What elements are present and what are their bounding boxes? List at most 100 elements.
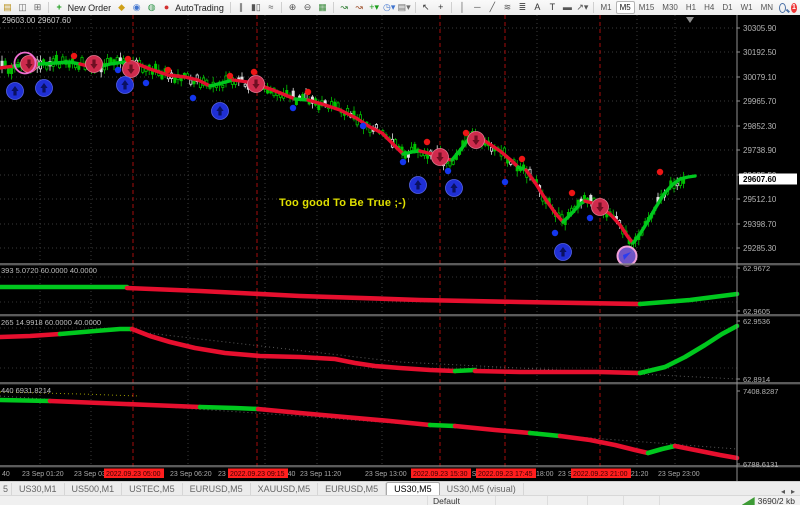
- buy-dot: [444, 167, 452, 175]
- connection-bars-icon: [741, 497, 755, 505]
- buy-dot: [501, 178, 509, 186]
- channel-icon[interactable]: ≋: [501, 1, 514, 14]
- sell-dot: [462, 129, 470, 137]
- data-window-icon[interactable]: ⊞: [31, 1, 44, 14]
- svg-text:40: 40: [2, 471, 10, 478]
- svg-text:23 Sep 23:00: 23 Sep 23:00: [658, 471, 700, 478]
- new-order-button[interactable]: New Order: [68, 3, 112, 13]
- hline-icon[interactable]: ─: [471, 1, 484, 14]
- timeframe-h4[interactable]: H4: [700, 1, 718, 14]
- template-dropdown[interactable]: ▤▾: [398, 1, 411, 14]
- buy-dot: [359, 122, 367, 130]
- buy-dot: [551, 229, 559, 237]
- sell-dot: [70, 52, 78, 60]
- svg-text:62.9536: 62.9536: [743, 317, 770, 326]
- indicator-a-icon[interactable]: ↝: [338, 1, 351, 14]
- chart-annotation: Too good To Be True ;-): [277, 197, 409, 209]
- timeframe-mn[interactable]: MN: [757, 1, 777, 14]
- notification-badge[interactable]: 1: [790, 2, 797, 13]
- new-chart-icon[interactable]: ▤: [1, 1, 14, 14]
- svg-text:29852.30: 29852.30: [743, 122, 777, 131]
- connection-status: 3690/2 kb: [737, 496, 800, 505]
- arrows-dropdown[interactable]: ↗▾: [576, 1, 589, 14]
- sell-dot: [304, 88, 312, 96]
- trendline-icon[interactable]: ╱: [486, 1, 499, 14]
- buy-dot: [189, 94, 197, 102]
- indicator-label: 393 5.0720 60.0000 40.0000: [1, 266, 97, 275]
- toolbar: ▤ ◫ ⊞ + New Order ◆ ◉ ◍ ● AutoTrading ∥ ▮▯ ≈ ⊕ ⊖ ▦ ↝ ↝ +▾ ◷…: [0, 0, 800, 16]
- candles-chart-icon[interactable]: ▮▯: [249, 1, 262, 14]
- cursor-icon[interactable]: ↖: [419, 1, 432, 14]
- toolbar-separator: [229, 2, 231, 13]
- profiles-icon[interactable]: ◫: [16, 1, 29, 14]
- toolbar-separator: [281, 2, 283, 13]
- timeframe-m15[interactable]: M15: [635, 1, 659, 14]
- new-order-icon[interactable]: +: [53, 1, 66, 14]
- bars-chart-icon[interactable]: ∥: [234, 1, 247, 14]
- text-icon[interactable]: A: [531, 1, 544, 14]
- chart-profile-icon[interactable]: ◉: [130, 1, 143, 14]
- toolbar-separator: [48, 2, 49, 13]
- zoom-in-icon[interactable]: ⊕: [286, 1, 299, 14]
- chart-window[interactable]: 29603.00 29607.60 Too good To Be True ;-…: [0, 15, 800, 481]
- svg-text:29607.60: 29607.60: [743, 175, 777, 184]
- autotrading-icon[interactable]: ●: [160, 1, 173, 14]
- timeframe-m1[interactable]: M1: [596, 1, 615, 14]
- svg-text:29398.70: 29398.70: [743, 220, 777, 229]
- globe-icon[interactable]: ◍: [145, 1, 158, 14]
- shapes-icon[interactable]: ▬: [561, 1, 574, 14]
- tile-windows-icon[interactable]: ▦: [316, 1, 329, 14]
- line-chart-icon[interactable]: ≈: [264, 1, 277, 14]
- status-cell-4: [624, 496, 660, 505]
- sell-dot: [518, 155, 526, 163]
- svg-text:29965.70: 29965.70: [743, 97, 777, 106]
- sell-dot: [568, 189, 576, 197]
- sell-dot: [423, 138, 431, 146]
- toolbar-separator: [451, 2, 452, 13]
- svg-text:23 Sep 01:20: 23 Sep 01:20: [22, 471, 64, 478]
- svg-text:2022.09.23 21:00: 2022.09.23 21:00: [573, 471, 628, 478]
- search-icon[interactable]: [779, 2, 786, 13]
- sell-dot: [656, 168, 664, 176]
- crosshair-icon[interactable]: +: [434, 1, 447, 14]
- autotrading-button[interactable]: AutoTrading: [175, 3, 224, 13]
- timeframe-w1[interactable]: W1: [737, 1, 757, 14]
- indicator-label: 265 14.9918 60.0000 40.0000: [1, 318, 101, 327]
- chart-canvas[interactable]: 393 5.0720 60.0000 40.0000 265 14.9918 60…: [0, 15, 800, 481]
- svg-text:62.9605: 62.9605: [743, 307, 770, 316]
- svg-text:29512.10: 29512.10: [743, 195, 777, 204]
- svg-text:29738.90: 29738.90: [743, 146, 777, 155]
- svg-text:23 Sep 13:00: 23 Sep 13:00: [365, 471, 407, 478]
- zoom-out-icon[interactable]: ⊖: [301, 1, 314, 14]
- timeframe-m30[interactable]: M30: [658, 1, 682, 14]
- svg-text:62.8914: 62.8914: [743, 375, 770, 384]
- status-cell-2: [548, 496, 588, 505]
- label-icon[interactable]: T: [546, 1, 559, 14]
- svg-text:62.9672: 62.9672: [743, 264, 770, 273]
- mt4-window: { "toolbar": { "new_order_label": "New O…: [0, 0, 800, 505]
- svg-text:30079.10: 30079.10: [743, 73, 777, 82]
- add-indicator-dropdown[interactable]: +▾: [368, 1, 381, 14]
- chart-tab-us30-m5[interactable]: US30,M5: [386, 482, 440, 496]
- sell-dot: [164, 66, 172, 74]
- vline-icon[interactable]: │: [456, 1, 469, 14]
- timeframe-h1[interactable]: H1: [682, 1, 700, 14]
- expert-advisors-icon[interactable]: ◆: [115, 1, 128, 14]
- fibonacci-icon[interactable]: ≣: [516, 1, 529, 14]
- indicator-label: 440 6931.8214: [1, 386, 51, 395]
- buy-dot: [114, 66, 122, 74]
- status-cell-1: [496, 496, 548, 505]
- buy-dot: [142, 79, 150, 87]
- sell-dot: [226, 72, 234, 80]
- svg-text:30305.90: 30305.90: [743, 24, 777, 33]
- chart-tabs-bar: 5 US30,M1 US500,M1 USTEC,M5 EURUSD,M5 XAUUSD,…: [0, 481, 800, 496]
- profile-cell[interactable]: Default: [428, 496, 496, 505]
- timeframe-d1[interactable]: D1: [718, 1, 736, 14]
- svg-text:23 Sep 06:20: 23 Sep 06:20: [170, 471, 212, 478]
- indicator-b-icon[interactable]: ↝: [353, 1, 366, 14]
- svg-text:18:00: 18:00: [536, 471, 554, 478]
- svg-text:30192.50: 30192.50: [743, 48, 777, 57]
- svg-text:2022.09.23 15:30: 2022.09.23 15:30: [413, 471, 468, 478]
- timeframe-m5[interactable]: M5: [615, 1, 635, 14]
- periods-dropdown[interactable]: ◷▾: [383, 1, 396, 14]
